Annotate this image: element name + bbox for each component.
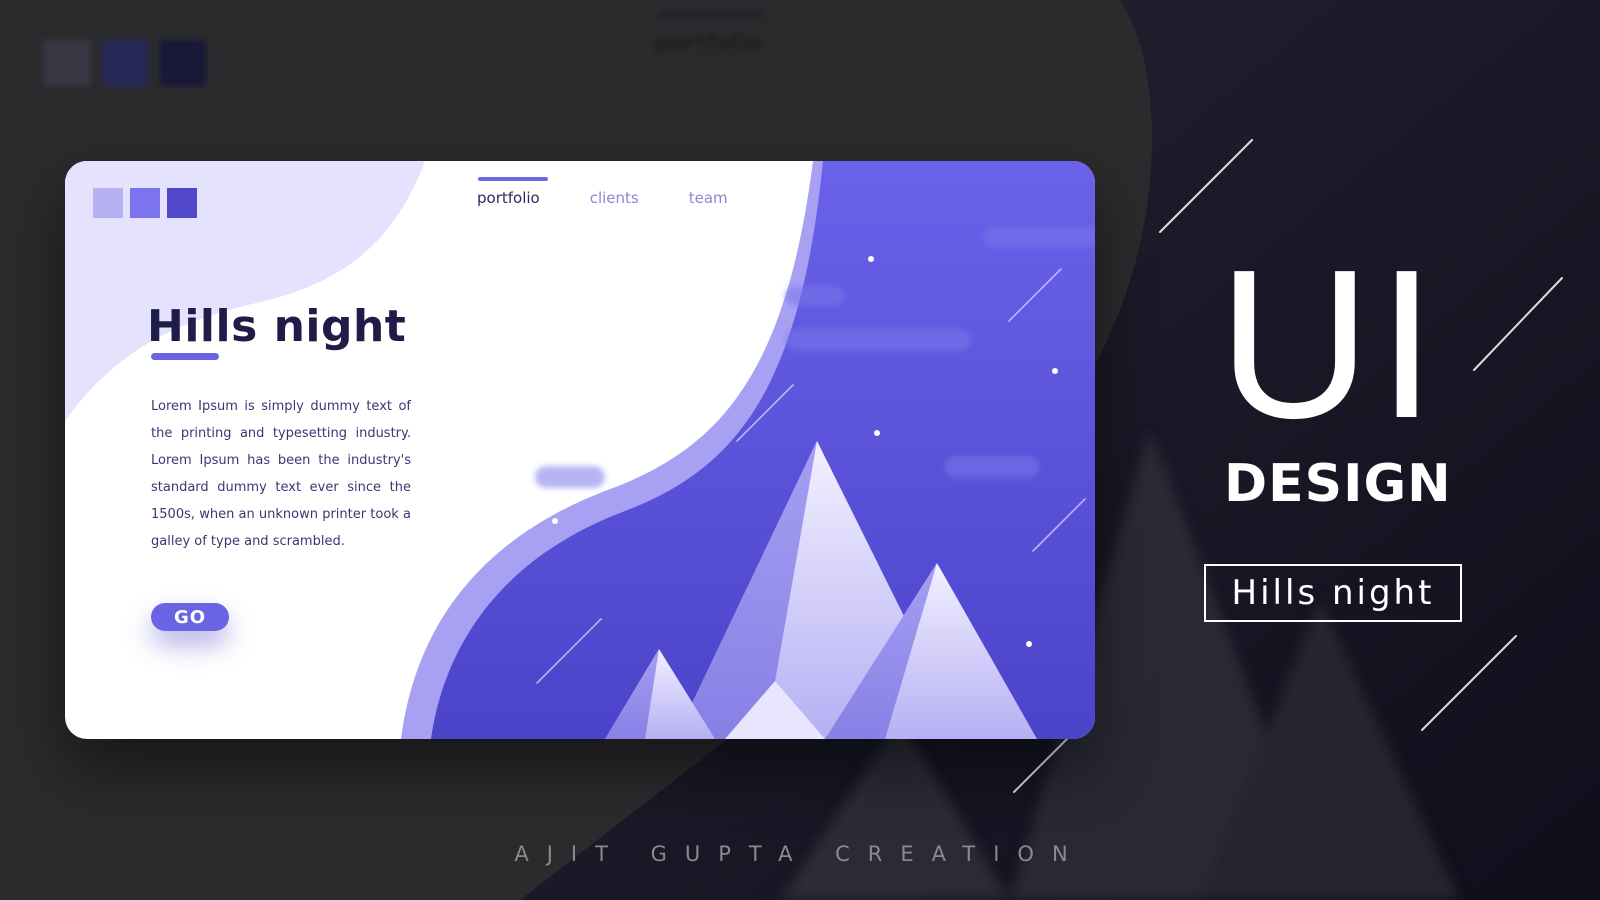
creator-credit: AJIT GUPTA CREATION xyxy=(514,842,1086,866)
headline-tag-label: Hills night xyxy=(1231,573,1435,613)
nav-portfolio[interactable]: portfolio xyxy=(477,177,548,207)
headline-design: DESIGN xyxy=(1224,454,1452,514)
hero-title-underline xyxy=(151,353,219,360)
logo-square-3 xyxy=(167,188,197,218)
logo-square-2 xyxy=(130,188,160,218)
landing-page-mockup: portfolio clients team Hills night Lorem… xyxy=(65,161,1095,739)
ghost-logo xyxy=(44,40,218,91)
nav-team-label: team xyxy=(688,189,728,207)
nav-clients[interactable]: clients xyxy=(590,179,639,207)
nav-portfolio-label: portfolio xyxy=(477,189,540,207)
headline-tag: Hills night xyxy=(1204,564,1462,622)
logo-square-1 xyxy=(93,188,123,218)
ghost-nav: portfolio xyxy=(655,12,763,55)
brand-logo[interactable] xyxy=(93,188,204,223)
nav-active-indicator xyxy=(478,177,548,181)
nav-team[interactable]: team xyxy=(689,179,728,207)
hero-description: Lorem Ipsum is simply dummy text of the … xyxy=(151,399,411,549)
headline-ui: UI xyxy=(1218,225,1442,462)
top-nav: portfolio clients team xyxy=(477,177,778,207)
nav-clients-label: clients xyxy=(589,189,639,207)
hero-title: Hills night xyxy=(147,301,407,352)
ghost-nav-label: portfolio xyxy=(655,30,763,55)
go-button[interactable]: GO xyxy=(151,603,229,631)
